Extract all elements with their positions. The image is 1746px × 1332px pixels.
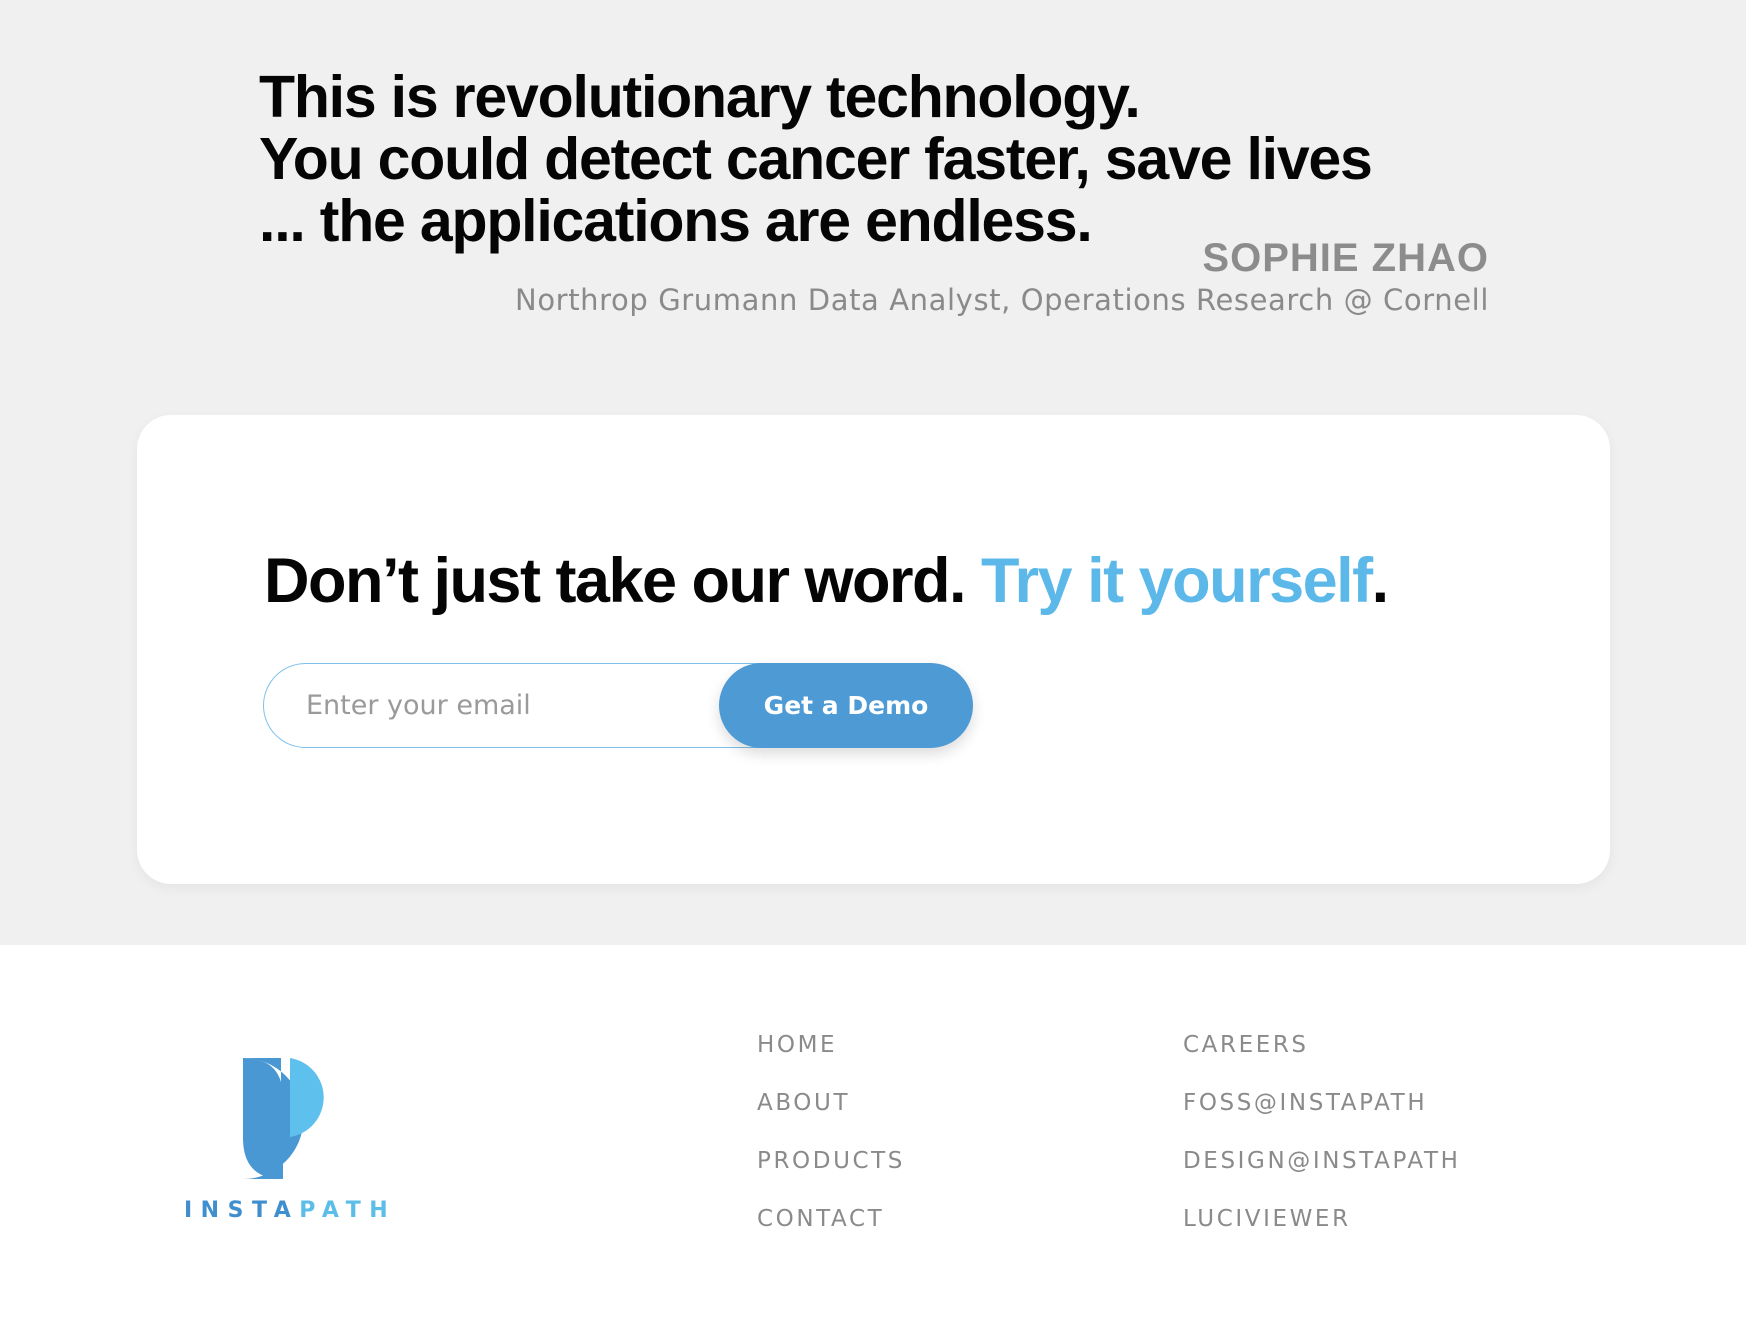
testimonial-author-name: SOPHIE ZHAO xyxy=(1202,236,1489,280)
cta-card: Don’t just take our word. Try it yoursel… xyxy=(137,415,1610,884)
quote-line-1: This is revolutionary technology. xyxy=(259,64,1141,130)
footer-link-luciviewer[interactable]: LUCIVIEWER xyxy=(1183,1204,1461,1262)
cta-heading-main: Don’t just take our word. xyxy=(264,546,982,616)
testimonial-author-role: Northrop Grumann Data Analyst, Operation… xyxy=(515,283,1489,317)
footer-link-about[interactable]: ABOUT xyxy=(757,1088,905,1146)
footer-nav-primary: HOME ABOUT PRODUCTS CONTACT xyxy=(757,1030,905,1262)
footer-link-careers[interactable]: CAREERS xyxy=(1183,1030,1461,1088)
footer-link-home[interactable]: HOME xyxy=(757,1030,905,1088)
footer-link-products[interactable]: PRODUCTS xyxy=(757,1146,905,1204)
email-input[interactable] xyxy=(263,663,783,748)
top-section: This is revolutionary technology. You co… xyxy=(0,0,1746,945)
footer-nav-secondary: CAREERS FOSS@INSTAPATH DESIGN@INSTAPATH … xyxy=(1183,1030,1461,1262)
cta-heading: Don’t just take our word. Try it yoursel… xyxy=(264,545,1390,617)
instapath-logo[interactable]: INSTAPATH xyxy=(184,1058,388,1223)
footer-link-contact[interactable]: CONTACT xyxy=(757,1204,905,1262)
instapath-p-logo-icon xyxy=(243,1058,324,1179)
testimonial-quote: This is revolutionary technology. You co… xyxy=(259,64,1373,252)
wordmark-insta: INSTA xyxy=(184,1198,300,1223)
cta-heading-accent: Try it yourself xyxy=(981,546,1373,616)
wordmark-path: PATH xyxy=(299,1198,397,1223)
quote-line-2: You could detect cancer faster, save liv… xyxy=(259,126,1373,192)
cta-heading-period: . xyxy=(1371,546,1390,616)
footer: INSTAPATH HOME ABOUT PRODUCTS CONTACT CA… xyxy=(0,945,1746,1332)
footer-link-design[interactable]: DESIGN@INSTAPATH xyxy=(1183,1146,1461,1204)
get-demo-button[interactable]: Get a Demo xyxy=(719,663,973,748)
footer-link-foss[interactable]: FOSS@INSTAPATH xyxy=(1183,1088,1461,1146)
demo-signup-form: Get a Demo xyxy=(263,663,973,748)
instapath-wordmark: INSTAPATH xyxy=(184,1198,396,1223)
